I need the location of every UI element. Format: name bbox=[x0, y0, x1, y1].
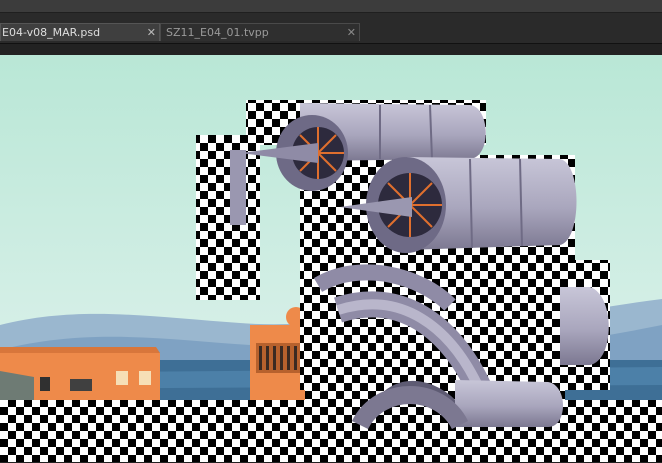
tab-label: SZ11_E04_01.tvpp bbox=[166, 26, 269, 39]
fence-post bbox=[40, 377, 50, 391]
tab-e04-psd[interactable]: E04-v08_MAR.psd ✕ bbox=[0, 23, 160, 41]
artwork bbox=[0, 55, 662, 462]
window-top-strip bbox=[0, 0, 662, 13]
close-icon[interactable]: ✕ bbox=[147, 24, 156, 42]
window bbox=[116, 371, 128, 385]
window bbox=[139, 371, 151, 385]
tab-sz11-tvpp[interactable]: SZ11_E04_01.tvpp ✕ bbox=[160, 23, 360, 41]
document-tab-bar: E04-v08_MAR.psd ✕ SZ11_E04_01.tvpp ✕ bbox=[0, 13, 662, 43]
fence bbox=[70, 379, 92, 391]
tab-label: E04-v08_MAR.psd bbox=[2, 26, 101, 39]
image-canvas[interactable] bbox=[0, 55, 662, 462]
left-building-roof bbox=[0, 347, 160, 353]
close-icon[interactable]: ✕ bbox=[347, 24, 356, 42]
building-vent bbox=[256, 343, 300, 373]
